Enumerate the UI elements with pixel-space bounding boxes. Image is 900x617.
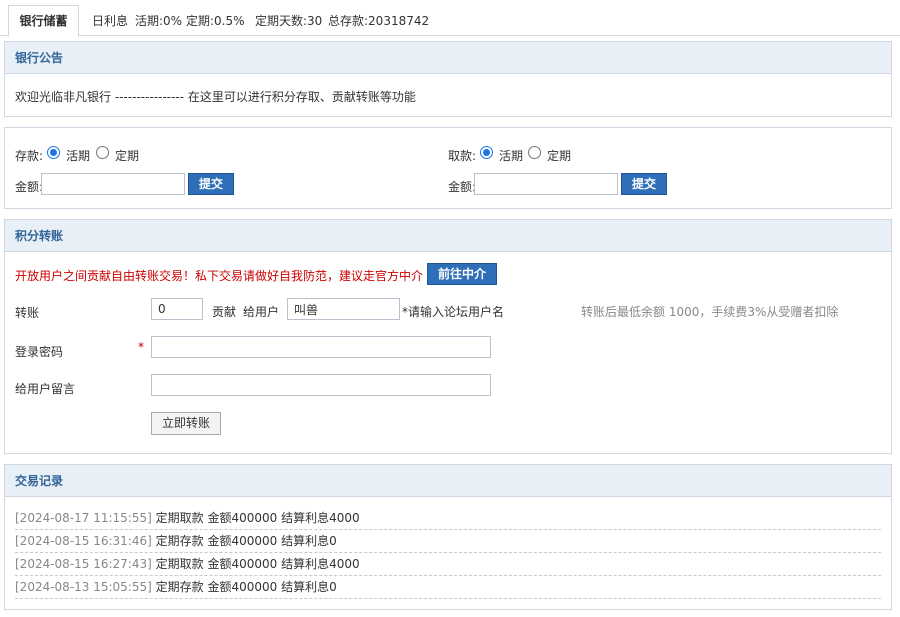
notice-panel: 银行公告 欢迎光临非凡银行 ---------------- 在这里可以进行积分… [4, 41, 892, 117]
tab-bar: 银行储蓄 日利息 活期:0% 定期:0.5% 定期天数:30 总存款:20318… [0, 0, 900, 37]
withdraw-fixed-label: 定期 [547, 149, 572, 163]
transfer-label: 转账 [15, 306, 40, 320]
password-input[interactable] [151, 336, 491, 358]
currency-label: 贡献 [212, 305, 237, 319]
message-input[interactable] [151, 374, 491, 396]
withdraw-label: 取款: [448, 149, 477, 163]
deposit-amount-input[interactable] [41, 173, 185, 195]
tab-bank-savings[interactable]: 银行储蓄 [8, 5, 79, 37]
record-text: 定期取款 金额400000 结算利息4000 [151, 511, 360, 525]
deposit-amount-label: 金额: [15, 180, 44, 194]
transfer-panel: 积分转账 开放用户之间贡献自由转账交易！私下交易请做好自我防范，建议走官方中介 … [4, 219, 892, 454]
fixed-rate: 定期:0.5% [186, 14, 245, 28]
total-deposit: 总存款:20318742 [328, 14, 430, 28]
deposit-withdraw-panel: 存款: 活期 定期 金额: 提交 取款: 活期 定期 金额: 提交 [4, 127, 892, 209]
records-panel: 交易记录 [2024-08-17 11:15:55] 定期取款 金额400000… [4, 464, 892, 610]
transfer-title: 积分转账 [5, 220, 891, 252]
withdraw-submit-button[interactable]: 提交 [621, 173, 667, 195]
record-text: 定期存款 金额400000 结算利息0 [151, 534, 337, 548]
withdraw-amount-label: 金额: [448, 180, 477, 194]
record-time: [2024-08-13 15:05:55] [15, 580, 152, 594]
message-label: 给用户留言 [15, 382, 76, 396]
withdraw-current-label: 活期 [499, 149, 524, 163]
transfer-amount-input[interactable] [151, 298, 203, 320]
record-time: [2024-08-15 16:27:43] [15, 557, 152, 571]
deposit-current-radio[interactable] [47, 146, 60, 159]
withdraw-fixed-radio[interactable] [528, 146, 541, 159]
transfer-submit-button[interactable]: 立即转账 [151, 412, 221, 435]
records-title: 交易记录 [5, 465, 891, 497]
fixed-days: 定期天数:30 [255, 14, 323, 28]
to-user-hint: *请输入论坛用户名 [402, 305, 505, 319]
deposit-current-label: 活期 [66, 149, 91, 163]
record-row: [2024-08-17 11:15:55] 定期取款 金额400000 结算利息… [15, 507, 881, 530]
deposit-label: 存款: [15, 149, 44, 163]
deposit-fixed-radio[interactable] [96, 146, 109, 159]
record-text: 定期存款 金额400000 结算利息0 [151, 580, 337, 594]
record-row: [2024-08-15 16:27:43] 定期取款 金额400000 结算利息… [15, 553, 881, 576]
transfer-warning: 开放用户之间贡献自由转账交易！私下交易请做好自我防范，建议走官方中介 [15, 269, 424, 283]
record-time: [2024-08-17 11:15:55] [15, 511, 152, 525]
required-mark: * [138, 340, 144, 354]
record-text: 定期取款 金额400000 结算利息4000 [151, 557, 360, 571]
record-time: [2024-08-15 16:31:46] [15, 534, 152, 548]
daily-interest-label: 日利息 [92, 14, 129, 28]
to-user-input[interactable] [287, 298, 400, 320]
withdraw-amount-input[interactable] [474, 173, 618, 195]
deposit-submit-button[interactable]: 提交 [188, 173, 234, 195]
notice-title: 银行公告 [5, 42, 891, 74]
to-user-label: 给用户 [243, 305, 280, 319]
current-rate: 活期:0% [135, 14, 183, 28]
notice-text: 欢迎光临非凡银行 ---------------- 在这里可以进行积分存取、贡献… [15, 90, 416, 104]
withdraw-current-radio[interactable] [480, 146, 493, 159]
record-row: [2024-08-13 15:05:55] 定期存款 金额400000 结算利息… [15, 576, 881, 599]
record-row: [2024-08-15 16:31:46] 定期存款 金额400000 结算利息… [15, 530, 881, 553]
go-to-agent-button[interactable]: 前往中介 [427, 263, 497, 285]
deposit-fixed-label: 定期 [115, 149, 140, 163]
password-label: 登录密码 [15, 345, 64, 359]
fee-note: 转账后最低余额 1000，手续费3%从受赠者扣除 [581, 305, 839, 319]
